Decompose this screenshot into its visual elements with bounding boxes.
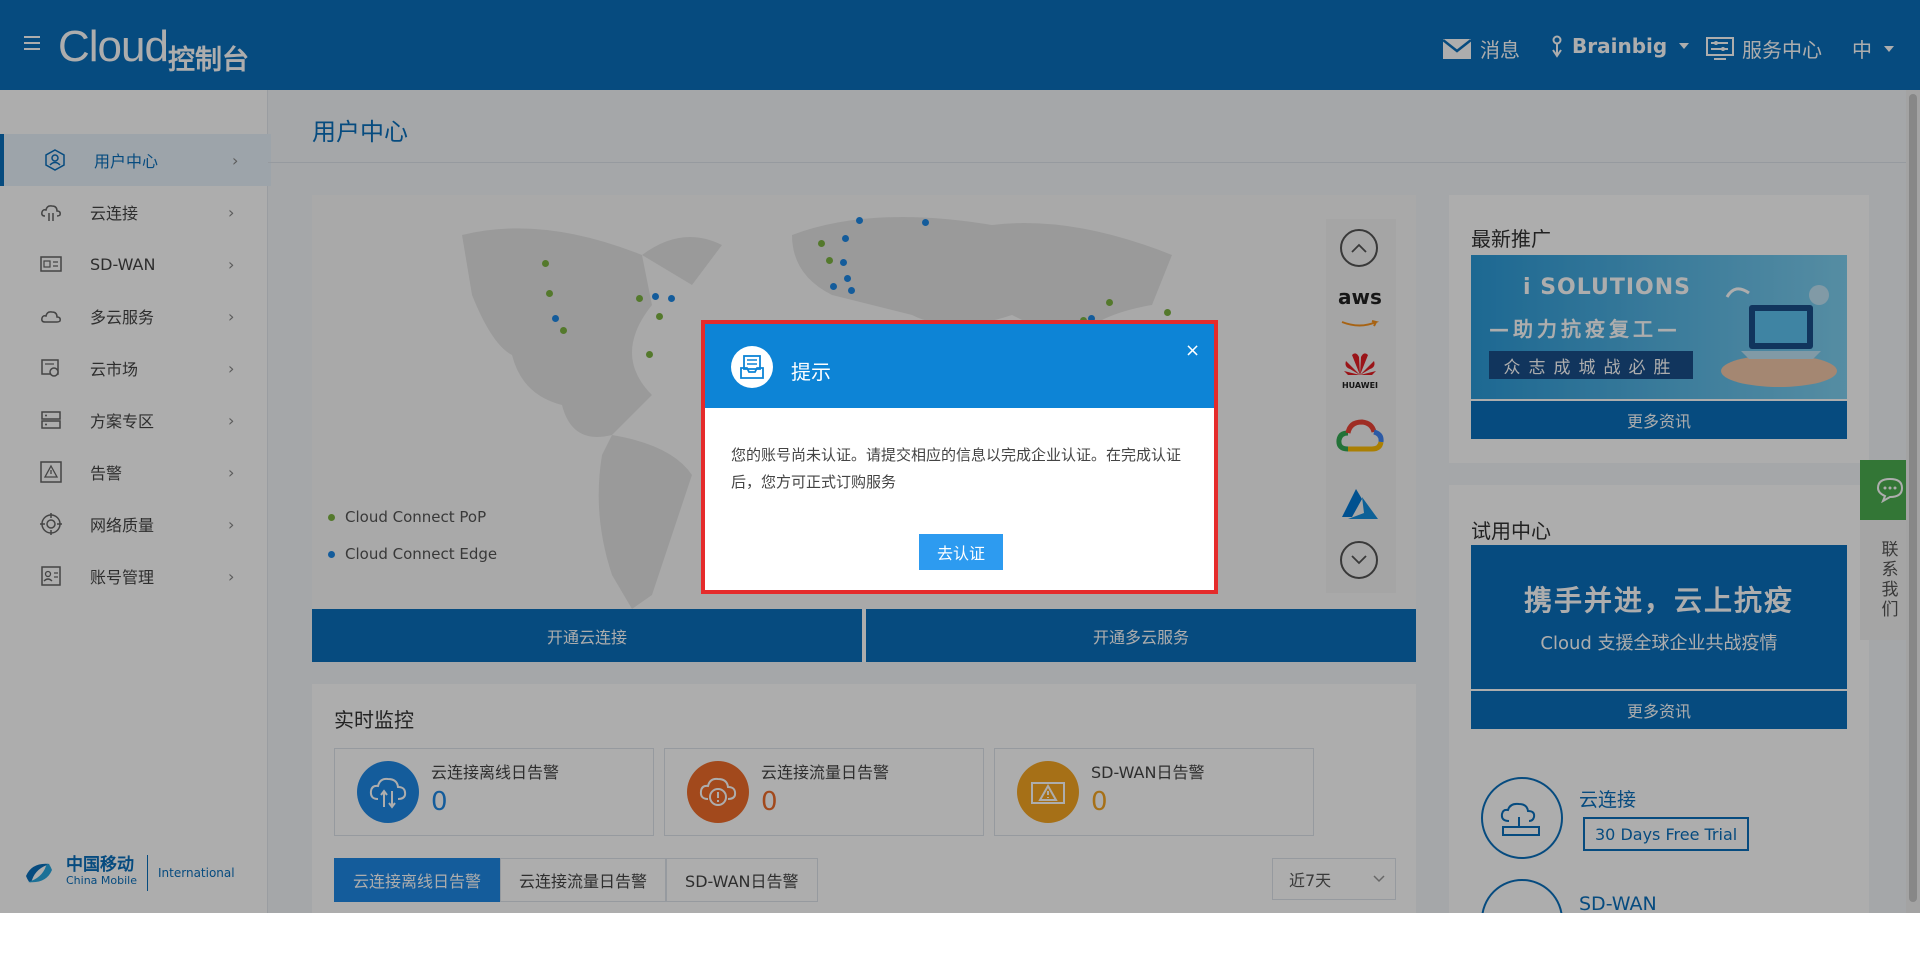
- dialog-header: 提示 ×: [705, 324, 1214, 408]
- dialog-message: 您的账号尚未认证。请提交相应的信息以完成企业认证。在完成认证后，您方可正式订购服…: [731, 446, 1182, 491]
- go-verify-button[interactable]: 去认证: [919, 534, 1003, 570]
- close-icon[interactable]: ×: [1185, 340, 1200, 361]
- dialog-title: 提示: [791, 360, 831, 384]
- verification-prompt-dialog: 提示 × 您的账号尚未认证。请提交相应的信息以完成企业认证。在完成认证后，您方可…: [701, 320, 1218, 594]
- app-window: Cloud 控制台 消息 Brainbig 服务中心 中 用户中心 › 云连接: [0, 0, 1920, 913]
- inbox-tray-icon: [731, 346, 773, 388]
